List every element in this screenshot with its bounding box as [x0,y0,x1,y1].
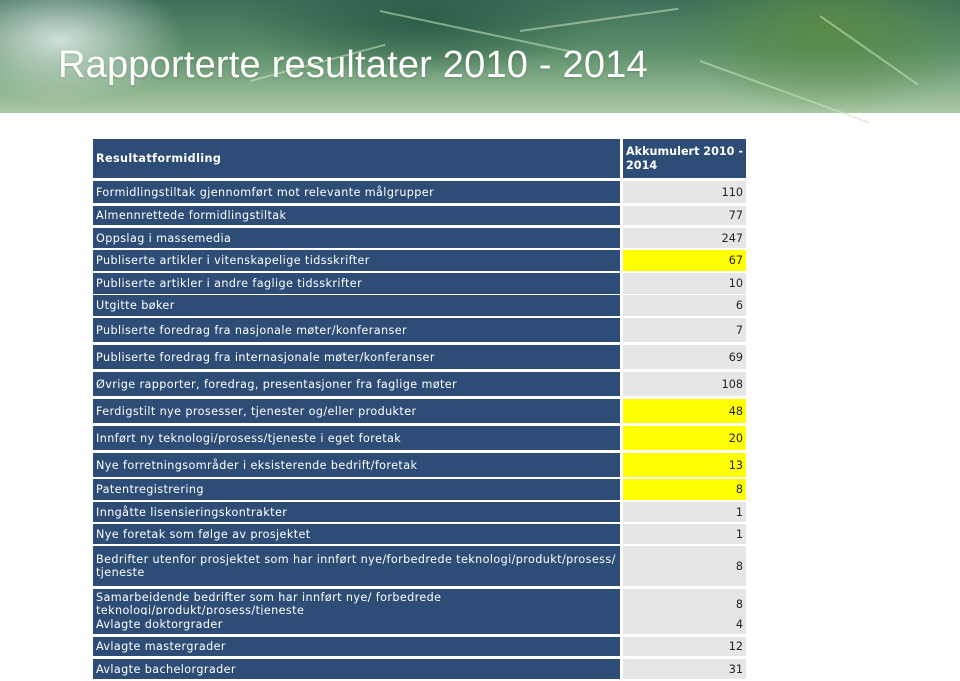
row-label: Formidlingstiltak gjennomført mot releva… [93,181,620,203]
row-value: 4 [623,615,746,634]
row-label: Avlagte mastergrader [93,637,620,656]
table-row: Formidlingstiltak gjennomført mot releva… [93,181,746,203]
row-value: 1 [623,524,746,544]
row-value: 1 [623,502,746,522]
table-row: Publiserte foredrag fra nasjonale møter/… [93,318,746,342]
header-value: Akkumulert 2010 - 2014 [623,139,746,178]
row-value: 8 [623,546,746,586]
row-value: 13 [623,453,746,477]
row-label: Oppslag i massemedia [93,228,620,248]
table-row: Publiserte foredrag fra internasjonale m… [93,345,746,369]
table-header: Resultatformidling Akkumulert 2010 - 201… [93,139,746,178]
row-label: Bedrifter utenfor prosjektet som har inn… [93,546,620,586]
row-label: Patentregistrering [93,479,620,500]
row-label: Almennrettede formidlingstiltak [93,206,620,225]
row-value: 67 [623,250,746,271]
table-row: Utgitte bøker 6 [93,295,746,316]
row-label: Publiserte foredrag fra nasjonale møter/… [93,318,620,342]
table-row: Øvrige rapporter, foredrag, presentasjon… [93,372,746,396]
row-label: Innført ny teknologi/prosess/tjeneste i … [93,426,620,450]
table-row: Nye forretningsområder i eksisterende be… [93,453,746,477]
table-row: Publiserte artikler i andre faglige tids… [93,273,746,294]
table-row: Inngåtte lisensieringskontrakter 1 [93,502,746,522]
row-value: 12 [623,637,746,656]
row-label: Avlagte bachelorgrader [93,659,620,679]
table-row: Innført ny teknologi/prosess/tjeneste i … [93,426,746,450]
header-label: Resultatformidling [93,139,620,178]
table-row: Nye foretak som følge av prosjektet 1 [93,524,746,544]
page-title: Rapporterte resultater 2010 - 2014 [58,44,648,86]
row-value: 77 [623,206,746,225]
row-label: Publiserte foredrag fra internasjonale m… [93,345,620,369]
table-row: Avlagte doktorgrader 4 [93,615,746,634]
row-value: 247 [623,228,746,248]
row-value: 48 [623,399,746,423]
row-label: Publiserte artikler i andre faglige tids… [93,273,620,294]
row-label: Nye foretak som følge av prosjektet [93,524,620,544]
row-value: 69 [623,345,746,369]
table-row: Patentregistrering 8 [93,479,746,500]
row-label: Nye forretningsområder i eksisterende be… [93,453,620,477]
row-value: 110 [623,181,746,203]
row-value: 108 [623,372,746,396]
row-value: 6 [623,295,746,316]
row-label: Ferdigstilt nye prosesser, tjenester og/… [93,399,620,423]
table-row: Ferdigstilt nye prosesser, tjenester og/… [93,399,746,423]
row-value: 31 [623,659,746,679]
row-value: 7 [623,318,746,342]
table-row: Publiserte artikler i vitenskapelige tid… [93,250,746,271]
row-value: 20 [623,426,746,450]
row-value: 8 [623,479,746,500]
row-label: Øvrige rapporter, foredrag, presentasjon… [93,372,620,396]
row-label: Utgitte bøker [93,295,620,316]
row-label: Publiserte artikler i vitenskapelige tid… [93,250,620,271]
row-value: 10 [623,273,746,294]
table-row: Oppslag i massemedia 247 [93,228,746,248]
table-row: Avlagte mastergrader 12 [93,637,746,656]
row-label: Inngåtte lisensieringskontrakter [93,502,620,522]
row-label: Avlagte doktorgrader [93,615,620,634]
table-row: Bedrifter utenfor prosjektet som har inn… [93,546,746,586]
table-row: Avlagte bachelorgrader 31 [93,659,746,679]
table-row: Almennrettede formidlingstiltak 77 [93,206,746,225]
